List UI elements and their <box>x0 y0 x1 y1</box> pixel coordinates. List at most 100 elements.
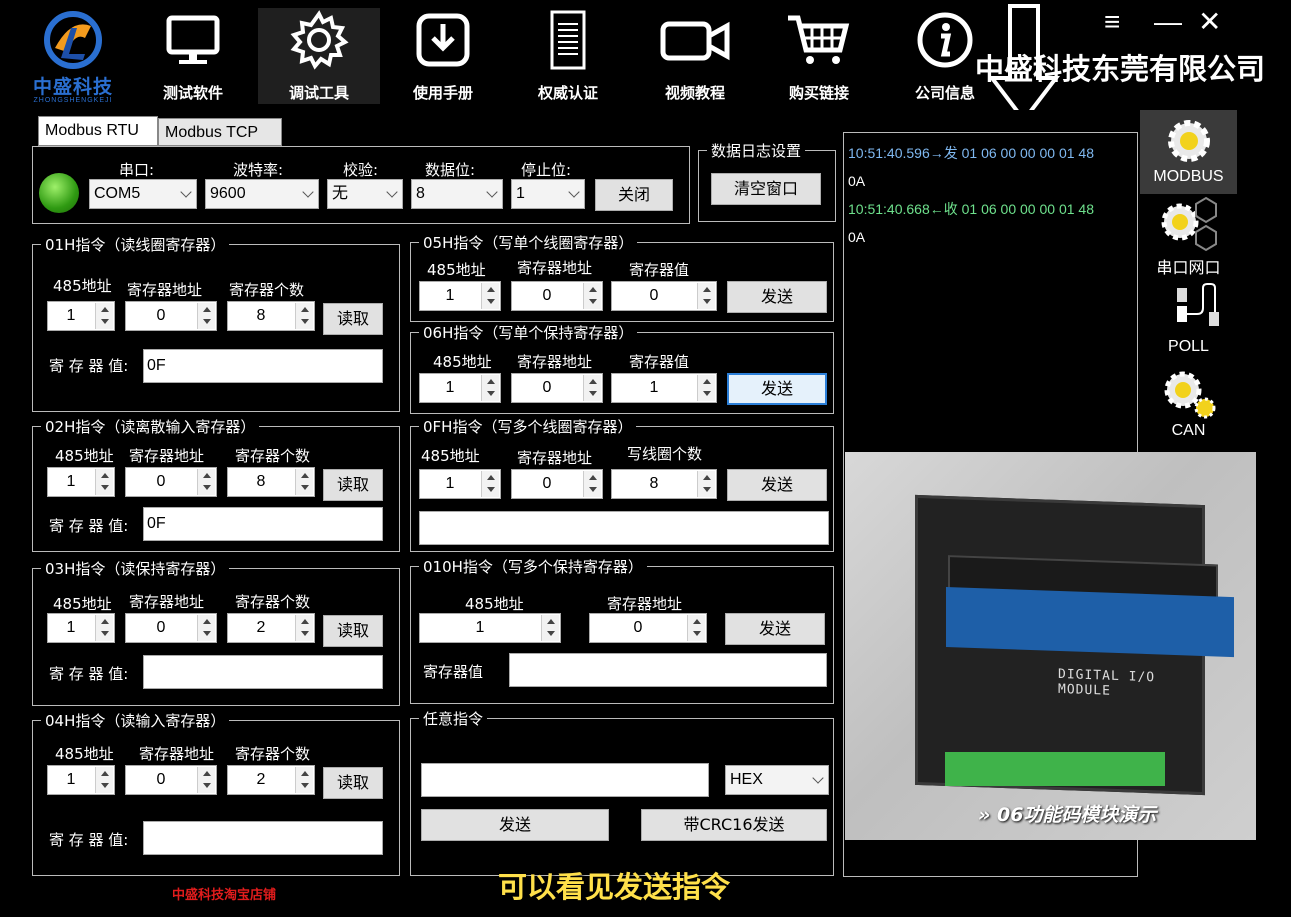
minimize-icon[interactable]: — <box>1154 8 1182 36</box>
spinner-arrows-icon[interactable] <box>95 767 113 793</box>
reg-addr-spinner[interactable]: 0 <box>125 613 217 643</box>
databits-select[interactable]: 8 <box>411 179 503 209</box>
port-select[interactable]: COM5 <box>89 179 197 209</box>
any-command-input[interactable] <box>421 763 709 797</box>
nav-manual[interactable]: 使用手册 <box>388 8 498 104</box>
spinner-arrows-icon[interactable] <box>481 283 499 309</box>
spinner-value: 2 <box>256 619 266 636</box>
sidebar-item-serial-network[interactable]: 串口网口 <box>1140 196 1237 280</box>
coil-data-field[interactable] <box>419 511 829 545</box>
spinner-arrows-icon[interactable] <box>197 767 215 793</box>
reg-value-spinner[interactable]: 1 <box>611 373 717 403</box>
video-caption: » 06功能码模块演示 <box>978 804 1157 826</box>
addr485-spinner[interactable]: 1 <box>419 613 561 643</box>
reg-addr-spinner[interactable]: 0 <box>511 373 603 403</box>
certificate-icon <box>550 10 586 70</box>
spinner-arrows-icon[interactable] <box>295 303 313 329</box>
sidebar-item-can[interactable]: CAN <box>1140 366 1237 450</box>
reg-addr-spinner[interactable]: 0 <box>589 613 707 643</box>
nav-test-software[interactable]: 测试软件 <box>138 8 248 104</box>
sidebar-item-label: 串口网口 <box>1156 260 1221 277</box>
reg-value-field[interactable]: 0F <box>143 507 383 541</box>
send-button[interactable]: 发送 <box>727 281 827 313</box>
spinner-arrows-icon[interactable] <box>687 615 705 641</box>
spinner-arrows-icon[interactable] <box>583 283 601 309</box>
data-mode-select[interactable]: HEX <box>725 765 829 795</box>
addr485-spinner[interactable]: 1 <box>419 281 501 311</box>
read-button[interactable]: 读取 <box>323 303 383 335</box>
clear-window-button[interactable]: 清空窗口 <box>711 173 821 205</box>
baud-select[interactable]: 9600 <box>205 179 319 209</box>
spinner-arrows-icon[interactable] <box>697 375 715 401</box>
addr485-spinner[interactable]: 1 <box>47 467 115 497</box>
sidebar-item-poll[interactable]: POLL <box>1140 282 1237 366</box>
reg-count-spinner[interactable]: 8 <box>227 467 315 497</box>
spinner-arrows-icon[interactable] <box>541 615 559 641</box>
send-button[interactable]: 发送 <box>727 469 827 501</box>
nav-video-tutorial[interactable]: 视频教程 <box>640 8 750 104</box>
reg-addr-spinner[interactable]: 0 <box>511 281 603 311</box>
sidebar-item-modbus[interactable]: MODBUS <box>1140 110 1237 194</box>
reg-value-field[interactable]: 0F <box>143 349 383 383</box>
reg-value-field[interactable] <box>143 821 383 855</box>
nav-buy-link[interactable]: 购买链接 <box>764 8 874 104</box>
reg-value-field[interactable] <box>509 653 827 687</box>
read-button[interactable]: 读取 <box>323 615 383 647</box>
addr485-label: 485地址 <box>53 277 112 295</box>
parity-select[interactable]: 无 <box>327 179 403 209</box>
tab-modbus-rtu[interactable]: Modbus RTU <box>38 116 158 146</box>
spinner-arrows-icon[interactable] <box>481 375 499 401</box>
log-line-sent-cont: 0A <box>848 173 866 189</box>
addr485-label: 485地址 <box>55 745 114 763</box>
reg-count-label: 寄存器个数 <box>229 281 305 299</box>
spinner-arrows-icon[interactable] <box>197 469 215 495</box>
spinner-value: 1 <box>66 771 76 788</box>
reg-value-spinner[interactable]: 0 <box>611 281 717 311</box>
tab-modbus-tcp[interactable]: Modbus TCP <box>158 118 282 146</box>
reg-addr-spinner[interactable]: 0 <box>125 301 217 331</box>
coil-count-spinner[interactable]: 8 <box>611 469 717 499</box>
serial-settings-group: 串口: COM5 波特率: 9600 校验: 无 数据位: 8 停止位: 1 关… <box>32 146 690 224</box>
stopbits-select[interactable]: 1 <box>511 179 585 209</box>
spinner-arrows-icon[interactable] <box>295 469 313 495</box>
reg-count-spinner[interactable]: 2 <box>227 765 315 795</box>
log-line-sent: 10:51:40.596→发 01 06 00 00 00 01 48 <box>848 145 1094 161</box>
read-button[interactable]: 读取 <box>323 767 383 799</box>
reg-addr-spinner[interactable]: 0 <box>511 469 603 499</box>
addr485-spinner[interactable]: 1 <box>47 613 115 643</box>
addr485-spinner[interactable]: 1 <box>47 301 115 331</box>
reg-value-field[interactable] <box>143 655 383 689</box>
reg-count-label: 寄存器个数 <box>235 593 311 611</box>
spinner-arrows-icon[interactable] <box>295 615 313 641</box>
shop-link[interactable]: 中盛科技淘宝店铺 <box>172 884 276 903</box>
reg-addr-spinner[interactable]: 0 <box>125 467 217 497</box>
addr485-spinner[interactable]: 1 <box>419 373 501 403</box>
read-button[interactable]: 读取 <box>323 469 383 501</box>
reg-count-spinner[interactable]: 8 <box>227 301 315 331</box>
spinner-arrows-icon[interactable] <box>481 471 499 497</box>
reg-count-spinner[interactable]: 2 <box>227 613 315 643</box>
send-button[interactable]: 发送 <box>421 809 609 841</box>
send-button[interactable]: 发送 <box>727 373 827 405</box>
reg-addr-spinner[interactable]: 0 <box>125 765 217 795</box>
spinner-arrows-icon[interactable] <box>697 471 715 497</box>
nav-certification[interactable]: 权威认证 <box>513 8 623 104</box>
spinner-arrows-icon[interactable] <box>95 469 113 495</box>
spinner-arrows-icon[interactable] <box>95 303 113 329</box>
close-port-button[interactable]: 关闭 <box>595 179 673 211</box>
spinner-arrows-icon[interactable] <box>95 615 113 641</box>
send-button[interactable]: 发送 <box>725 613 825 645</box>
menu-icon[interactable]: ≡ <box>1104 8 1120 36</box>
spinner-arrows-icon[interactable] <box>583 471 601 497</box>
spinner-arrows-icon[interactable] <box>583 375 601 401</box>
addr485-spinner[interactable]: 1 <box>47 765 115 795</box>
reg-value-label: 寄 存 器 值: <box>49 357 129 375</box>
spinner-arrows-icon[interactable] <box>197 615 215 641</box>
spinner-arrows-icon[interactable] <box>697 283 715 309</box>
send-with-crc16-button[interactable]: 带CRC16发送 <box>641 809 827 841</box>
close-icon[interactable]: ✕ <box>1198 8 1221 36</box>
nav-debug-tool[interactable]: 调试工具 <box>258 8 380 104</box>
spinner-arrows-icon[interactable] <box>197 303 215 329</box>
addr485-spinner[interactable]: 1 <box>419 469 501 499</box>
spinner-arrows-icon[interactable] <box>295 767 313 793</box>
